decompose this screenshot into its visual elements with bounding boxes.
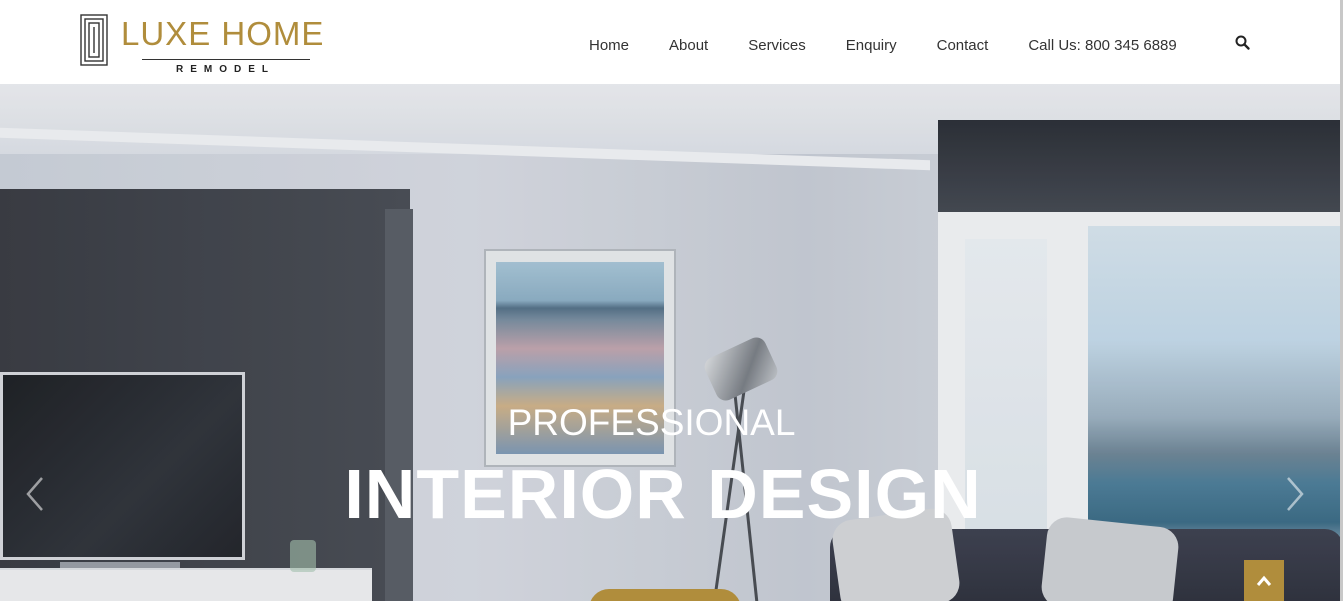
- chevron-up-icon: [1256, 575, 1272, 586]
- nav-about[interactable]: About: [669, 37, 708, 54]
- logo[interactable]: LUXE HOME REMODEL: [80, 14, 340, 76]
- site-header: LUXE HOME REMODEL Home About Services En…: [0, 0, 1343, 84]
- chevron-right-icon[interactable]: [1280, 474, 1308, 514]
- nav-contact[interactable]: Contact: [937, 37, 989, 54]
- hero-cta-button[interactable]: [589, 589, 741, 601]
- main-nav: Home About Services Enquiry Contact Call…: [569, 34, 1197, 56]
- hero-slider: PROFESSIONAL INTERIOR DESIGN: [0, 84, 1343, 601]
- nav-services[interactable]: Services: [748, 37, 806, 54]
- hero-kicker: PROFESSIONAL: [507, 402, 796, 443]
- nav-call-us[interactable]: Call Us: 800 345 6889: [1028, 37, 1176, 54]
- search-icon[interactable]: [1234, 34, 1252, 52]
- hero-title: INTERIOR DESIGN: [344, 455, 982, 533]
- back-to-top-button[interactable]: [1244, 560, 1284, 601]
- logo-divider: [142, 59, 310, 60]
- logo-maze-icon: [80, 14, 108, 66]
- nav-enquiry[interactable]: Enquiry: [846, 37, 897, 54]
- logo-tagline: REMODEL: [176, 64, 275, 75]
- chevron-left-icon[interactable]: [22, 474, 50, 514]
- nav-home[interactable]: Home: [589, 37, 629, 54]
- logo-wordmark: LUXE HOME: [121, 15, 325, 52]
